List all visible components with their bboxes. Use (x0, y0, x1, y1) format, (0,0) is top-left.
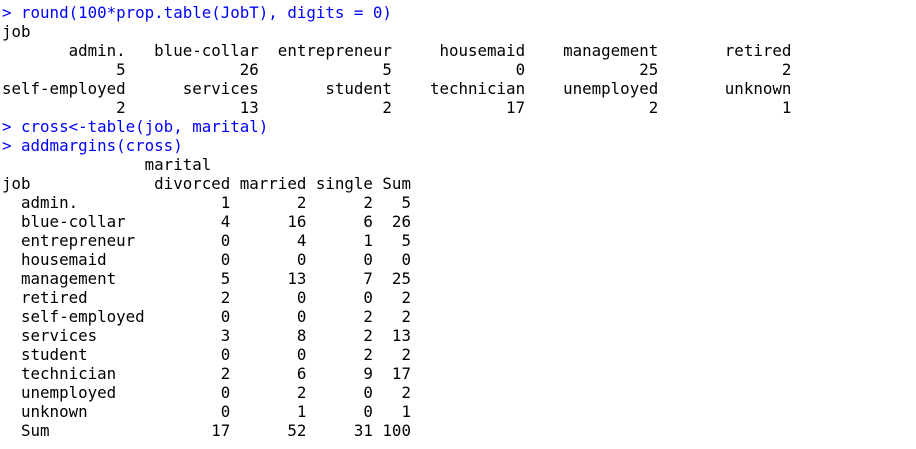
table-header-row: job divorced married single Sum (2, 174, 411, 193)
console-command-line: > addmargins(cross) (2, 136, 183, 155)
r-console-output[interactable]: > round(100*prop.table(JobT), digits = 0… (2, 3, 914, 440)
console-command-line: > round(100*prop.table(JobT), digits = 0… (2, 3, 392, 22)
table-row: student 0 0 2 2 (2, 345, 411, 364)
table-row: unemployed 0 2 0 2 (2, 383, 411, 402)
table-row: technician 2 6 9 17 (2, 364, 411, 383)
table-row: self-employed 0 0 2 2 (2, 307, 411, 326)
output-row: 5 26 5 0 25 2 (2, 60, 792, 79)
table-row: entrepreneur 0 4 1 5 (2, 231, 411, 250)
table-row: retired 2 0 0 2 (2, 288, 411, 307)
table-row: blue-collar 4 16 6 26 (2, 212, 411, 231)
table-row: services 3 8 2 13 (2, 326, 411, 345)
table-sum-row: Sum 17 52 31 100 (2, 421, 411, 440)
output-row: admin. blue-collar entrepreneur housemai… (2, 41, 792, 60)
table-dimension-label: marital (2, 155, 212, 174)
output-row: self-employed services student technicia… (2, 79, 792, 98)
table-row: management 5 13 7 25 (2, 269, 411, 288)
console-command-line: > cross<-table(job, marital) (2, 117, 269, 136)
table-row: housemaid 0 0 0 0 (2, 250, 411, 269)
output-row: 2 13 2 17 2 1 (2, 98, 792, 117)
table-row: unknown 0 1 0 1 (2, 402, 411, 421)
table-row: admin. 1 2 2 5 (2, 193, 411, 212)
output-dimnames-header: job (2, 22, 31, 41)
